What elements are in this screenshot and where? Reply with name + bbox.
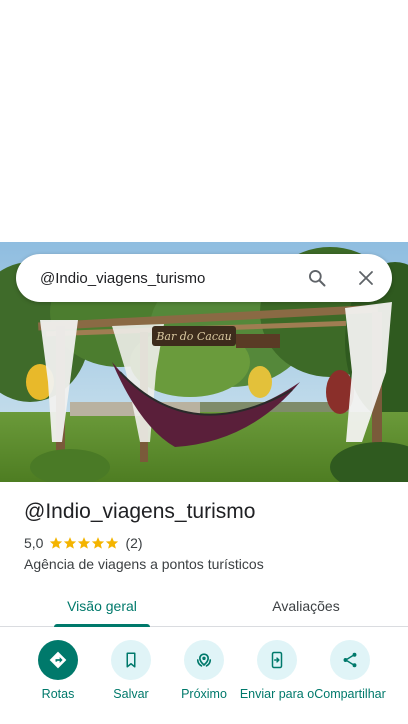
directions-label: Rotas bbox=[41, 687, 75, 701]
search-bar[interactable]: @Indio_viagens_turismo bbox=[16, 254, 392, 302]
star-icon bbox=[106, 537, 119, 549]
nearby-label: Próximo bbox=[181, 687, 227, 701]
map-blank-area bbox=[0, 0, 408, 242]
save-button[interactable]: Salvar bbox=[91, 640, 171, 701]
directions-icon bbox=[49, 651, 67, 669]
action-bar: Rotas Salvar Próximo Enviar para o Compa… bbox=[0, 640, 408, 724]
place-tabs: Visão geral Avaliações bbox=[0, 585, 408, 627]
send-to-phone-button[interactable]: Enviar para o bbox=[237, 640, 317, 701]
star-icon bbox=[64, 537, 77, 549]
search-icon[interactable] bbox=[294, 254, 340, 302]
rating-value: 5,0 bbox=[24, 535, 44, 551]
bookmark-icon bbox=[126, 652, 136, 668]
save-label: Salvar bbox=[113, 687, 149, 701]
nearby-button[interactable]: Próximo bbox=[164, 640, 244, 701]
rating-row[interactable]: 5,0 (2) bbox=[24, 535, 143, 551]
rating-stars bbox=[49, 536, 119, 550]
tab-overview[interactable]: Visão geral bbox=[0, 585, 204, 627]
sign-text: Bar do Cacau bbox=[155, 330, 231, 343]
share-label: Compartilhar bbox=[314, 687, 386, 701]
place-title: @Indio_viagens_turismo bbox=[24, 500, 256, 523]
share-icon bbox=[343, 652, 357, 668]
nearby-icon bbox=[196, 653, 212, 667]
close-icon[interactable] bbox=[340, 254, 392, 302]
send-to-phone-label: Enviar para o bbox=[239, 687, 315, 701]
directions-button[interactable]: Rotas bbox=[18, 640, 98, 701]
star-icon bbox=[78, 537, 91, 549]
share-button[interactable]: Compartilhar bbox=[310, 640, 390, 701]
search-query-text[interactable]: @Indio_viagens_turismo bbox=[40, 270, 294, 287]
star-icon bbox=[50, 537, 63, 549]
review-count[interactable]: (2) bbox=[125, 535, 142, 551]
tab-reviews[interactable]: Avaliações bbox=[204, 585, 408, 626]
send-to-phone-icon bbox=[271, 651, 283, 669]
star-icon bbox=[92, 537, 105, 549]
place-category: Agência de viagens a pontos turísticos bbox=[24, 556, 264, 572]
